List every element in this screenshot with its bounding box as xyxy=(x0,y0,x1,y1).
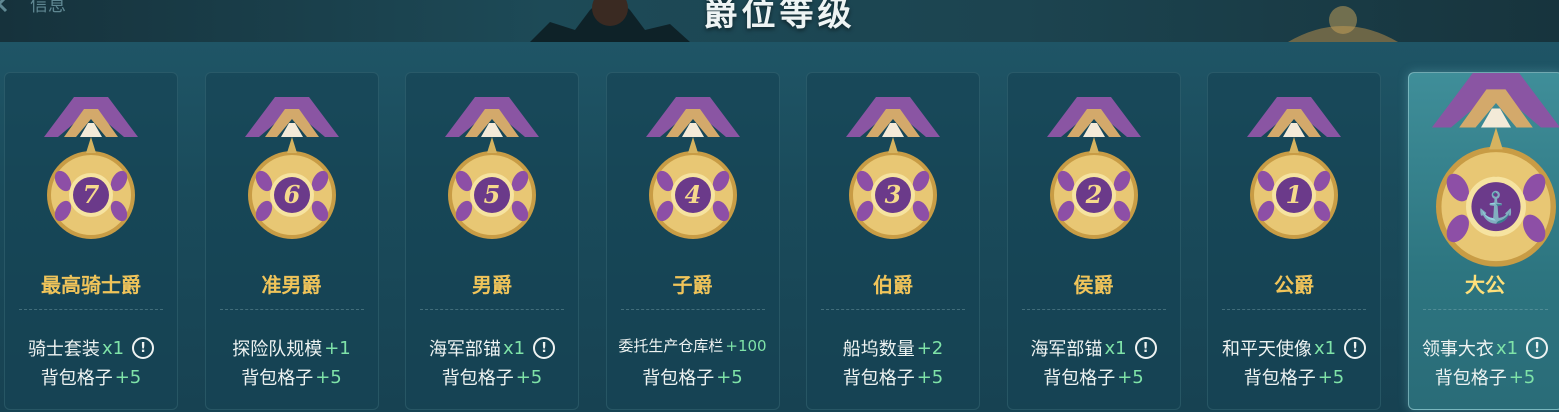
reward-label: 委托生产仓库栏 xyxy=(618,337,724,355)
svg-text:3: 3 xyxy=(885,180,902,209)
rank-card[interactable]: 5 男爵海军部锚 x1! 背包格子 +5 xyxy=(405,72,579,410)
rank-card[interactable]: ⚓ 大公领事大衣 x1! 背包格子 +5 xyxy=(1407,72,1559,410)
reward-label: 海军部锚 xyxy=(1030,339,1103,360)
medal-icon: 6 xyxy=(237,97,347,247)
reward-label: 背包格子 xyxy=(1043,368,1116,389)
info-icon[interactable]: ! xyxy=(1134,337,1157,359)
info-icon[interactable]: ! xyxy=(1526,337,1549,359)
reward-label: 骑士套装 xyxy=(27,339,100,360)
rank-list: 7 最高骑士爵 骑士套装 x1! 背包格子 +5 6 准男爵 探险队规模 +1 … xyxy=(4,72,1559,412)
reward-value: x1 xyxy=(1313,337,1337,359)
info-icon[interactable]: ! xyxy=(132,337,155,359)
rank-card[interactable]: 4 子爵委托生产仓库栏 +100 背包格子 +5 xyxy=(605,72,780,410)
reward-value: +5 xyxy=(916,366,944,388)
reward-line-2: 背包格子 +5 xyxy=(1008,364,1180,390)
divider xyxy=(620,309,765,310)
reward-label: 船坞数量 xyxy=(842,339,915,360)
reward-label: 背包格子 xyxy=(1434,368,1507,389)
reward-label: 探险队规模 xyxy=(232,339,323,360)
svg-text:6: 6 xyxy=(283,180,300,209)
reward-label: 背包格子 xyxy=(842,368,915,389)
reward-value: +5 xyxy=(1117,366,1144,388)
divider xyxy=(420,309,564,310)
reward-line-2: 背包格子 +5 xyxy=(406,364,578,390)
medal-icon: 4 xyxy=(638,97,748,247)
reward-label: 背包格子 xyxy=(241,368,314,389)
reward-line-2: 背包格子 +5 xyxy=(807,364,979,390)
medal-icon: 1 xyxy=(1239,97,1349,247)
reward-value: +2 xyxy=(916,337,944,359)
reward-line-2: 背包格子 +5 xyxy=(206,364,378,390)
reward-line-2: 背包格子 +5 xyxy=(5,364,177,390)
reward-value: +5 xyxy=(716,366,743,388)
reward-value: +5 xyxy=(1508,366,1536,388)
medal-icon: 7 xyxy=(36,97,146,247)
reward-line-1: 海军部锚 x1! xyxy=(406,335,578,361)
reward-line-1: 骑士套装 x1! xyxy=(5,335,177,361)
rank-name: 伯爵 xyxy=(873,273,913,297)
medal-icon: 3 xyxy=(838,97,948,247)
medal-icon: 5 xyxy=(437,97,547,247)
reward-value: +5 xyxy=(315,366,342,388)
rank-name: 最高骑士爵 xyxy=(41,273,141,297)
divider xyxy=(19,309,163,310)
reward-line-2: 背包格子 +5 xyxy=(1409,364,1559,390)
divider xyxy=(821,309,965,310)
divider xyxy=(219,309,364,310)
reward-value: x1 xyxy=(502,337,526,359)
reward-line-1: 和平天使像 x1! xyxy=(1208,335,1380,361)
reward-line-1: 委托生产仓库栏 +100 xyxy=(607,335,779,356)
reward-line-2: 背包格子 +5 xyxy=(607,364,779,390)
rank-card[interactable]: 1 公爵和平天使像 x1! 背包格子 +5 xyxy=(1207,72,1381,410)
medal-icon: ⚓ xyxy=(1421,73,1559,267)
rank-card[interactable]: 6 准男爵探险队规模 +1 背包格子 +5 xyxy=(204,72,379,410)
reward-label: 背包格子 xyxy=(1243,368,1316,389)
divider xyxy=(1422,309,1548,310)
reward-value: +1 xyxy=(324,337,351,359)
reward-label: 领事大衣 xyxy=(1421,339,1494,360)
rank-card[interactable]: 3 伯爵 船坞数量 +2 背包格子 +5 xyxy=(806,72,980,410)
medal-icon: 2 xyxy=(1039,97,1149,247)
reward-label: 背包格子 xyxy=(441,368,514,389)
divider xyxy=(1021,309,1166,310)
svg-text:5: 5 xyxy=(484,180,501,209)
rank-name: 准男爵 xyxy=(261,273,322,297)
rank-name: 公爵 xyxy=(1274,273,1314,297)
reward-line-1: 领事大衣 x1! xyxy=(1409,335,1559,361)
info-icon[interactable]: ! xyxy=(533,337,556,359)
svg-text:4: 4 xyxy=(684,180,701,209)
svg-text:7: 7 xyxy=(83,180,100,209)
reward-value: +5 xyxy=(1317,366,1345,388)
rank-name: 子爵 xyxy=(672,273,713,297)
rank-card[interactable]: 7 最高骑士爵骑士套装 x1! 背包格子 +5 xyxy=(4,72,178,410)
svg-text:1: 1 xyxy=(1286,180,1303,209)
svg-text:⚓: ⚓ xyxy=(1477,190,1514,226)
divider xyxy=(1222,309,1366,310)
svg-text:2: 2 xyxy=(1084,180,1102,209)
rank-name: 侯爵 xyxy=(1073,273,1114,297)
reward-label: 和平天使像 xyxy=(1221,339,1312,360)
rank-card[interactable]: 2 侯爵海军部锚 x1! 背包格子 +5 xyxy=(1006,72,1181,410)
reward-value: +100 xyxy=(725,336,767,355)
reward-line-1: 船坞数量 +2 xyxy=(807,335,979,361)
rank-name: 大公 xyxy=(1465,273,1505,297)
reward-label: 背包格子 xyxy=(40,368,113,389)
reward-line-1: 海军部锚 x1! xyxy=(1008,335,1180,361)
reward-value: x1 xyxy=(101,337,125,359)
reward-value: x1 xyxy=(1104,337,1127,359)
reward-line-2: 背包格子 +5 xyxy=(1208,364,1380,390)
reward-label: 海军部锚 xyxy=(428,339,501,360)
info-icon[interactable]: ! xyxy=(1344,337,1367,359)
reward-value: +5 xyxy=(515,366,543,388)
reward-line-1: 探险队规模 +1 xyxy=(206,335,378,361)
reward-value: +5 xyxy=(114,366,142,388)
reward-value: x1 xyxy=(1495,337,1519,359)
page-title: 爵位等级 xyxy=(703,0,856,34)
reward-label: 背包格子 xyxy=(642,368,715,389)
rank-name: 男爵 xyxy=(472,273,512,297)
top-bar: 信息 爵位等级 xyxy=(0,0,1559,42)
